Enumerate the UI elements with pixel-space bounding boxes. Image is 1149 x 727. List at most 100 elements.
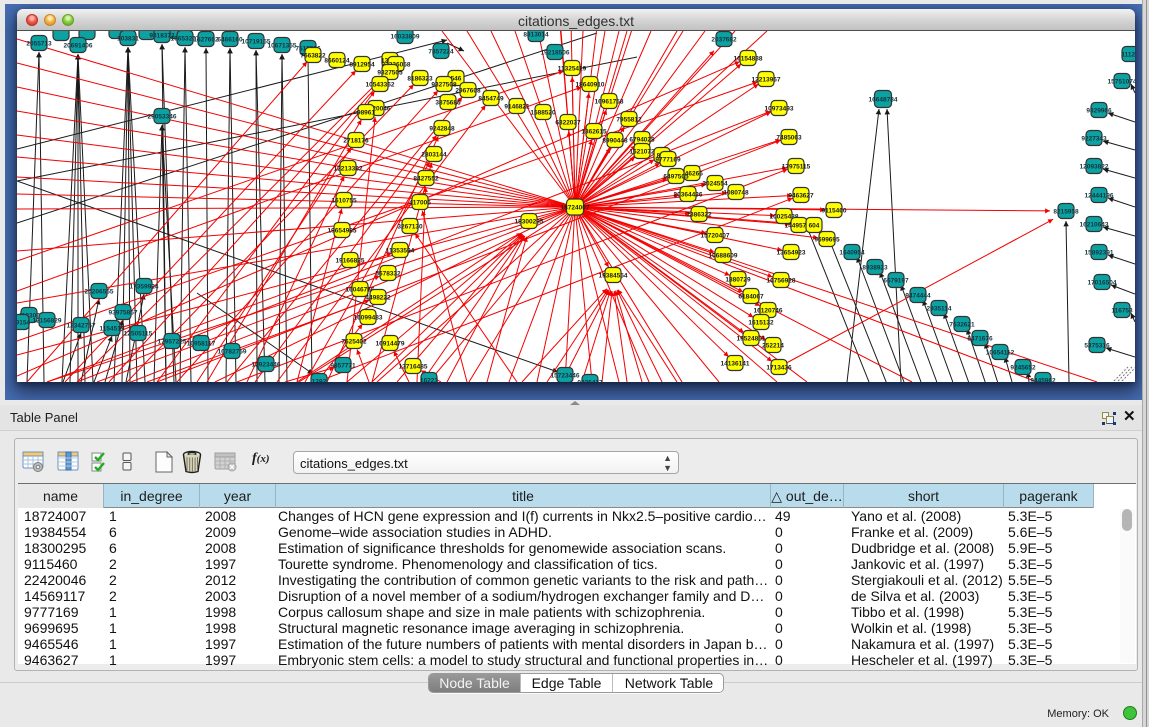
svg-text:16961758: 16961758 [595,99,624,106]
svg-text:16782759: 16782759 [218,349,247,356]
svg-text:19166825: 19166825 [336,258,365,265]
svg-text:8427552: 8427552 [413,176,439,183]
svg-text:6679197: 6679197 [883,278,909,285]
svg-text:2037682: 2037682 [711,37,737,44]
svg-text:3024554: 3024554 [702,181,728,188]
svg-text:10654112: 10654112 [986,350,1015,357]
svg-text:9463627: 9463627 [788,193,814,200]
svg-text:9857771: 9857771 [330,363,356,370]
svg-text:18640910: 18640910 [576,82,605,89]
svg-text:8938923: 8938923 [862,265,888,272]
svg-text:17359924: 17359924 [130,284,159,291]
svg-text:417006: 417006 [409,200,431,207]
svg-text:16033809: 16033809 [391,34,420,41]
svg-text:10719155: 10719155 [242,39,271,46]
svg-text:9325417: 9325417 [577,380,603,383]
svg-text:16648784: 16648784 [869,97,898,104]
svg-text:7632621: 7632621 [949,322,975,329]
svg-text:98961: 98961 [357,110,375,117]
svg-text:16099483: 16099483 [354,315,383,322]
svg-text:116753: 116753 [1111,308,1133,315]
svg-text:9242848: 9242848 [429,126,455,133]
svg-text:9777169: 9777169 [655,157,681,164]
svg-text:10688609: 10688609 [709,253,738,260]
svg-text:1621072: 1621072 [629,149,655,156]
svg-text:7663822: 7663822 [300,53,326,60]
svg-text:1640954: 1640954 [839,250,865,257]
svg-text:19654985: 19654985 [328,228,357,235]
svg-text:12342757: 12342757 [67,323,96,330]
svg-text:9146821: 9146821 [504,104,530,111]
svg-text:11353594: 11353594 [386,248,415,255]
svg-text:103831: 103831 [117,36,139,43]
svg-text:1615132: 1615132 [748,320,774,327]
svg-text:20206555: 20206555 [85,289,114,296]
svg-text:19524851: 19524851 [737,336,766,343]
svg-text:10973493: 10973493 [765,106,794,113]
svg-text:16223: 16223 [420,378,438,383]
svg-text:2803144: 2803144 [421,152,447,159]
svg-text:17975115: 17975115 [782,164,811,171]
svg-text:11325419: 11325419 [558,66,587,73]
svg-text:1154519: 1154519 [100,326,125,333]
svg-text:8813014: 8813014 [523,32,549,39]
svg-text:13654923: 13654923 [777,250,806,257]
svg-text:17016504: 17016504 [1088,280,1117,287]
svg-text:7955812: 7955812 [616,117,642,124]
svg-text:2935114: 2935114 [927,306,952,313]
svg-text:15751074: 15751074 [1108,79,1135,86]
svg-text:16120746: 16120746 [754,308,783,315]
svg-text:12213967: 12213967 [752,77,781,84]
svg-text:16210643: 16210643 [1080,222,1109,229]
svg-text:2718176: 2718176 [343,138,369,145]
svg-text:1292: 1292 [312,379,327,383]
svg-text:8454749: 8454749 [478,96,504,103]
svg-text:9699695: 9699695 [814,237,840,244]
svg-text:6497505: 6497505 [663,174,689,181]
svg-text:10671355: 10671355 [268,43,297,50]
svg-text:20691406: 20691406 [64,43,93,50]
svg-text:9227343: 9227343 [1081,136,1107,143]
svg-text:8660124: 8660124 [324,58,350,65]
svg-text:604: 604 [809,223,820,230]
svg-text:3875685: 3875685 [435,100,461,107]
svg-text:12156829: 12156829 [33,318,62,325]
svg-text:10958117: 10958117 [187,341,216,348]
svg-text:252214: 252214 [762,343,784,350]
svg-text:12505115: 12505115 [124,331,153,338]
svg-text:20364436: 20364436 [674,192,703,199]
svg-text:6794028: 6794028 [629,137,655,144]
svg-text:9327505: 9327505 [377,70,403,77]
svg-text:16756928: 16756928 [767,278,796,285]
svg-text:93975857: 93975857 [109,310,138,317]
svg-text:18724007: 18724007 [561,205,590,212]
svg-text:1713436: 1713436 [766,365,792,372]
svg-text:1588520: 1588520 [530,110,556,117]
svg-text:8990448: 8990448 [602,138,628,145]
svg-text:2967608: 2967608 [455,88,481,95]
svg-text:9445962: 9445962 [1030,378,1056,383]
svg-text:19384554: 19384554 [599,273,628,280]
svg-text:19218506: 19218506 [541,50,570,57]
svg-text:12923446: 12923446 [252,362,281,369]
svg-text:7625402: 7625402 [341,339,367,346]
svg-text:12444196: 12444196 [1085,193,1114,200]
svg-text:6322037: 6322037 [555,120,581,127]
svg-text:13716485: 13716485 [399,364,428,371]
svg-text:5375316: 5375316 [1084,343,1110,350]
svg-text:1527602: 1527602 [193,37,219,44]
svg-text:10543362: 10543362 [366,82,395,89]
svg-text:18300295: 18300295 [515,219,544,226]
svg-text:6184067: 6184067 [738,294,764,301]
svg-text:8215958: 8215958 [1053,209,1079,216]
svg-text:15720407: 15720407 [701,233,730,240]
svg-text:7386322: 7386322 [686,212,712,219]
svg-text:15892391: 15892391 [1085,250,1114,257]
svg-text:7857224: 7857224 [428,49,454,56]
svg-text:1610755: 1610755 [331,198,357,205]
svg-text:16914479: 16914479 [376,341,405,348]
svg-text:39154: 39154 [17,320,30,327]
svg-text:9115460: 9115460 [822,208,847,215]
svg-text:11124: 11124 [1121,52,1135,59]
svg-text:6466160: 6466160 [217,37,243,44]
